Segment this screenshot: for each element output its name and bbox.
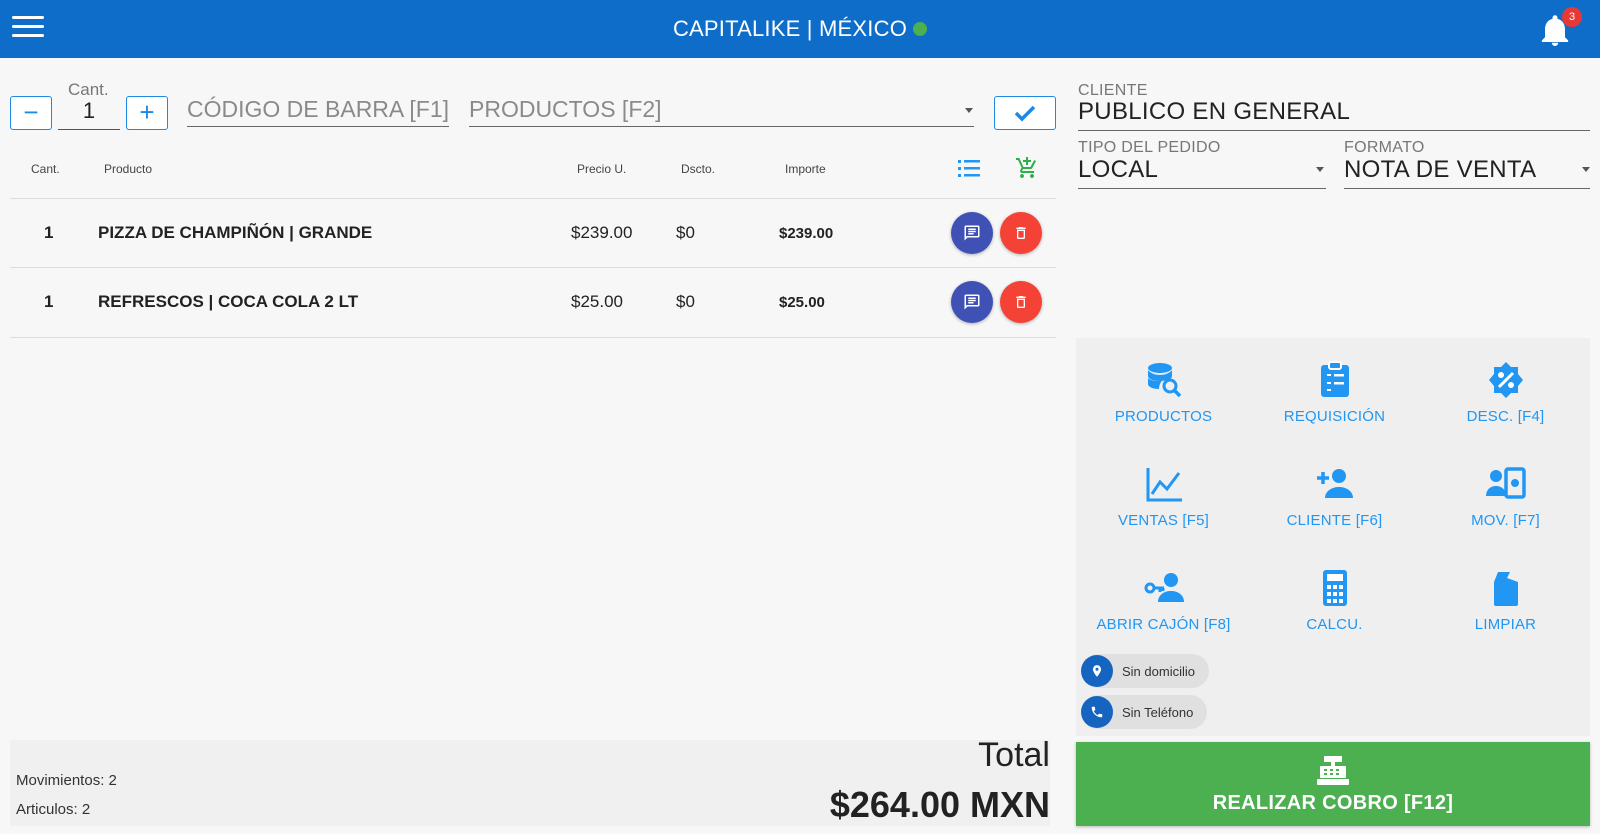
notification-count-badge: 3 [1562,7,1582,27]
row-comment-button[interactable] [951,281,993,323]
summary-footer: Movimientos: 2 Articulos: 2 Total $264.0… [10,736,1050,826]
quantity-label: Cant. [68,80,109,99]
location-pin-icon [1081,655,1113,687]
trash-icon [1016,296,1026,308]
products-dropdown-caret-icon [965,108,973,113]
clear-action-button[interactable]: LIMPIAR [1420,568,1591,658]
discount-badge-icon [1488,362,1523,398]
calculator-action-label: CALCU. [1306,616,1363,633]
discount-action-label: DESC. [F4] [1466,408,1545,425]
menu-icon[interactable] [12,16,44,40]
decrease-quantity-button[interactable]: − [10,96,52,130]
list-view-icon[interactable] [958,158,980,183]
column-header-discount: Dscto. [681,162,716,176]
column-header-amount: Importe [785,162,826,176]
sales-action-button[interactable]: VENTAS [F5] [1078,464,1249,554]
top-app-bar: CAPITALIKE | MÉXICO 3 [0,0,1600,58]
notifications-bell-icon[interactable]: 3 [1540,7,1582,48]
row-divider [10,337,1056,338]
requisition-action-label: REQUISICIÓN [1283,408,1386,425]
total-label: Total [978,736,1050,774]
row-comment-button[interactable] [951,212,993,254]
format-select[interactable]: NOTA DE VENTA [1344,156,1536,184]
row-product: REFRESCOS | COCA COLA 2 LT [98,292,359,311]
movements-action-label: MOV. [F7] [1471,512,1540,529]
table-row: 1 PIZZA DE CHAMPIÑÓN | GRANDE $239.00 $0… [10,199,1056,267]
format-underline [1344,188,1590,189]
app-title-container: CAPITALIKE | MÉXICO [672,16,928,42]
cash-register-icon [1317,755,1349,785]
products-action-button[interactable]: PRODUCTOS [1078,360,1249,450]
clear-action-label: LIMPIAR [1474,616,1537,633]
calculator-action-button[interactable]: CALCU. [1249,568,1420,658]
row-delete-button[interactable] [1000,212,1042,254]
products-select-placeholder: PRODUCTOS [F2] [469,96,662,122]
app-title: CAPITALIKE | MÉXICO [672,16,908,41]
open-drawer-action-button[interactable]: ABRIR CAJÓN [F8] [1078,568,1249,658]
requisition-action-button[interactable]: REQUISICIÓN [1249,360,1420,450]
row-qty: 1 [44,292,54,311]
comment-icon [964,225,980,241]
format-caret-icon [1582,167,1590,172]
order-type-caret-icon [1316,167,1324,172]
products-search-select[interactable]: PRODUCTOS [F2] [469,96,974,127]
format-label: FORMATO [1344,139,1425,156]
calculator-icon [1322,570,1347,606]
order-type-label: TIPO DEL PEDIDO [1078,139,1221,156]
row-discount: $0 [676,292,695,311]
row-price: $25.00 [571,292,623,311]
checkout-button[interactable]: REALIZAR COBRO [F12] [1076,742,1590,826]
row-discount: $0 [676,223,695,242]
trash-icon [1016,227,1026,239]
movements-count: Movimientos: 2 [16,772,117,789]
checkmark-icon [1014,105,1036,122]
phone-icon [1081,696,1113,728]
database-search-icon [1147,363,1181,398]
row-product: PIZZA DE CHAMPIÑÓN | GRANDE [98,223,373,242]
row-amount: $25.00 [779,294,825,311]
address-chip-label: Sin domicilio [1122,663,1195,679]
checkout-button-label: REALIZAR COBRO [F12] [1212,791,1454,814]
column-header-price: Precio U. [577,162,627,176]
phone-chip[interactable]: Sin Teléfono [1081,695,1208,729]
comment-icon [964,294,980,310]
cash-movement-icon [1485,467,1526,499]
customer-action-label: CLIENTE [F6] [1286,512,1383,529]
line-chart-icon [1146,468,1182,502]
row-amount: $239.00 [779,225,834,242]
add-user-icon [1316,469,1353,498]
customer-action-button[interactable]: CLIENTE [F6] [1249,464,1420,554]
order-type-select[interactable]: LOCAL [1078,156,1158,184]
online-status-indicator [913,22,928,36]
client-field-underline [1078,130,1590,131]
add-product-confirm-button[interactable] [994,96,1056,130]
row-qty: 1 [44,223,54,242]
table-row: 1 REFRESCOS | COCA COLA 2 LT $25.00 $0 $… [10,268,1056,336]
row-price: $239.00 [571,223,633,242]
client-field[interactable]: PUBLICO EN GENERAL [1078,98,1350,126]
total-value: $264.00 MXN [829,784,1050,825]
sales-action-label: VENTAS [F5] [1117,512,1210,529]
address-chip[interactable]: Sin domicilio [1081,654,1209,688]
increase-quantity-button[interactable]: + [126,96,168,130]
products-action-label: PRODUCTOS [1114,408,1213,425]
column-header-qty: Cant. [31,162,60,176]
order-type-underline [1078,188,1326,189]
column-header-product: Producto [104,162,153,176]
clipboard-list-icon [1320,361,1349,397]
quantity-input[interactable]: 1 [58,98,120,130]
barcode-input[interactable]: CÓDIGO DE BARRA [F1] [187,96,449,127]
key-user-icon [1144,573,1184,602]
movements-action-button[interactable]: MOV. [F7] [1420,464,1591,554]
phone-chip-label: Sin Teléfono [1122,704,1194,720]
open-drawer-action-label: ABRIR CAJÓN [F8] [1096,616,1231,633]
clear-file-icon [1493,572,1518,606]
row-delete-button[interactable] [1000,281,1042,323]
add-to-cart-icon[interactable] [1015,156,1039,185]
discount-action-button[interactable]: DESC. [F4] [1420,360,1591,450]
articles-count: Articulos: 2 [16,801,91,818]
